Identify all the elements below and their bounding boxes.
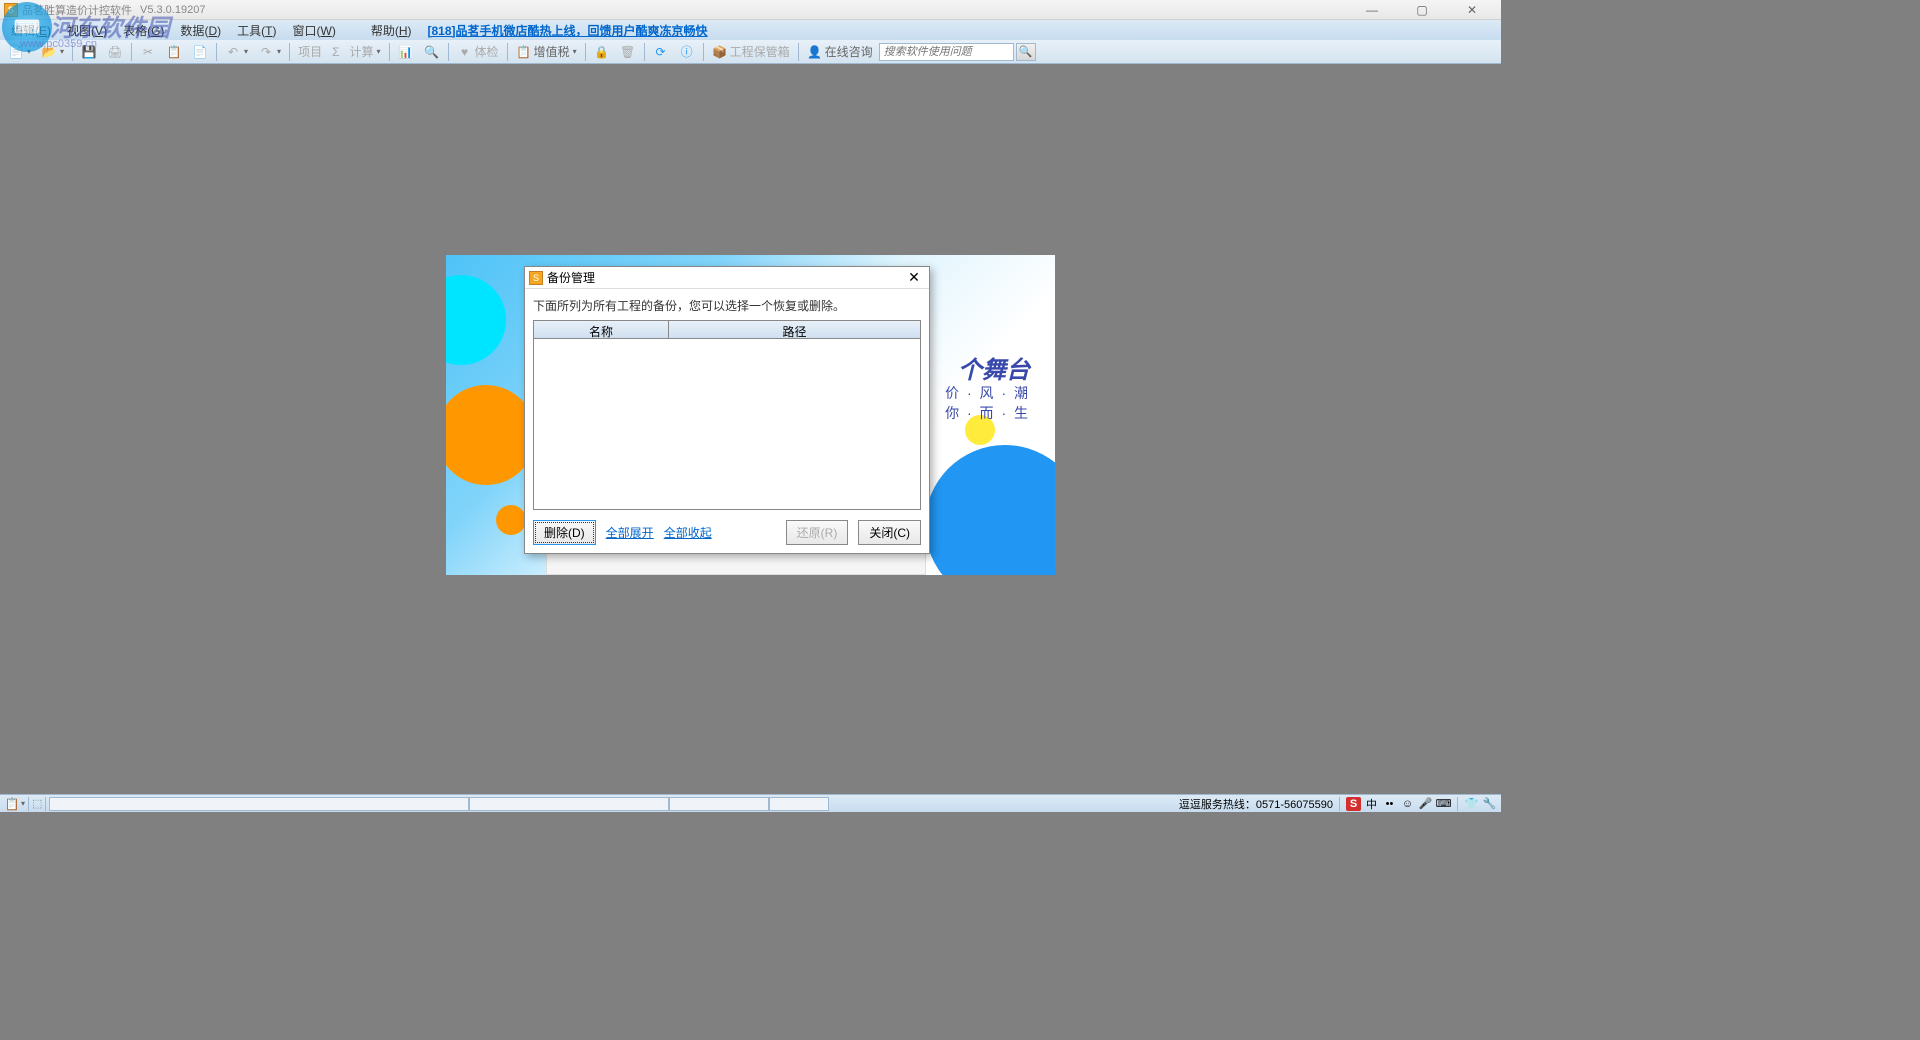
title-bar: S 品茗胜算造价计控软件 V5.3.0.19207 — ▢ ✕ [0,0,1501,20]
menu-bar: 编辑(E) 视图(V) 表格(G) 数据(D) 工具(T) 窗口(W) 帮助(H… [0,20,1501,40]
menu-tools[interactable]: 工具(T) [231,20,282,41]
calc-button[interactable]: 计算▾ [346,42,385,62]
status-field-1 [49,797,469,811]
banner-sub2: 你 · 而 · 生 [945,403,1030,423]
dialog-title-text: 备份管理 [547,269,595,286]
find-button[interactable]: 🔍 [420,42,444,62]
dialog-close-button[interactable]: ✕ [903,269,925,287]
dialog-titlebar[interactable]: S 备份管理 ✕ [525,267,929,289]
lock-button[interactable]: 🔒 [590,42,614,62]
status-bar: 📋 ▾ ⬚ 逗逗服务热线：0571-56075590 S 中 •• ☺ 🎤 ⌨ … [0,794,1501,812]
project-mgmt-button[interactable]: 📦 工程保管箱 [708,42,794,62]
consult-button[interactable]: 👤 在线咨询 [803,42,877,62]
banner-headline: 个舞台 [958,350,1030,385]
status-field-2 [469,797,669,811]
promo-link[interactable]: [818]品茗手机微店酷热上线，回馈用户酷爽冻京畅快 [422,20,714,41]
status-field-3 [669,797,769,811]
chart-button[interactable]: 📊 [394,42,418,62]
sigma-button[interactable]: Σ [328,42,343,62]
column-name[interactable]: 名称 [534,321,669,338]
undo-button[interactable]: ↶▾ [221,42,252,62]
ime-emoji-icon[interactable]: ☺ [1400,797,1415,811]
info-button[interactable]: ⓘ [675,42,699,62]
refresh-button[interactable]: ⟳ [649,42,673,62]
close-button[interactable]: 关闭(C) [858,520,921,545]
print-button[interactable]: 🖨 [103,42,127,62]
menu-help[interactable]: 帮助(H) [365,20,418,41]
maximize-button[interactable]: ▢ [1407,2,1437,18]
collapse-all-link[interactable]: 全部收起 [664,524,712,541]
toolbar: 📄▾ 📂▾ 💾 🖨 ✂ 📋 📄 ↶▾ ↷▾ 项目 Σ 计算▾ 📊 🔍 ♥ 体检 … [0,40,1501,64]
paste-button[interactable]: 📄 [188,42,212,62]
redo-button[interactable]: ↷▾ [254,42,285,62]
search-button[interactable]: 🔍 [1016,43,1036,61]
watermark-url: www.pc0359.cn [20,38,97,50]
status-field-4 [769,797,829,811]
ime-lang-icon[interactable]: 中 [1364,797,1379,811]
ime-voice-icon[interactable]: 🎤 [1418,797,1433,811]
delete-button[interactable]: 删除(D) [533,520,596,545]
column-path[interactable]: 路径 [669,321,920,338]
menu-window[interactable]: 窗口(W) [286,20,341,41]
restore-button[interactable]: 还原(R) [786,520,849,545]
ime-punct-icon[interactable]: •• [1382,797,1397,811]
tax-button[interactable]: 📋 增值税▾ [512,42,581,62]
search-input[interactable] [879,43,1014,61]
ime-skin-icon[interactable]: 👕 [1464,797,1479,811]
minimize-button[interactable]: — [1357,2,1387,18]
backup-dialog: S 备份管理 ✕ 下面所列为所有工程的备份，您可以选择一个恢复或删除。 名称 路… [524,266,930,554]
close-button[interactable]: ✕ [1457,2,1487,18]
cut-button[interactable]: ✂ [136,42,160,62]
copy-button[interactable]: 📋 [162,42,186,62]
menu-data[interactable]: 数据(D) [174,20,227,41]
project-button[interactable]: 项目 [294,42,326,62]
status-icon[interactable]: 📋 [4,796,20,812]
banner-sub1: 价 · 风 · 潮 [945,383,1030,403]
dialog-icon: S [529,271,543,285]
check-button[interactable]: ♥ 体检 [453,42,503,62]
dialog-message: 下面所列为所有工程的备份，您可以选择一个恢复或删除。 [533,297,921,314]
hotline-text: 逗逗服务热线：0571-56075590 [1179,796,1333,812]
delete-button[interactable]: 🗑 [616,42,640,62]
ime-sogou-icon[interactable]: S [1346,797,1361,811]
expand-all-link[interactable]: 全部展开 [606,524,654,541]
backup-table[interactable]: 名称 路径 [533,320,921,510]
ime-settings-icon[interactable]: 🔧 [1482,797,1497,811]
ime-keyboard-icon[interactable]: ⌨ [1436,797,1451,811]
